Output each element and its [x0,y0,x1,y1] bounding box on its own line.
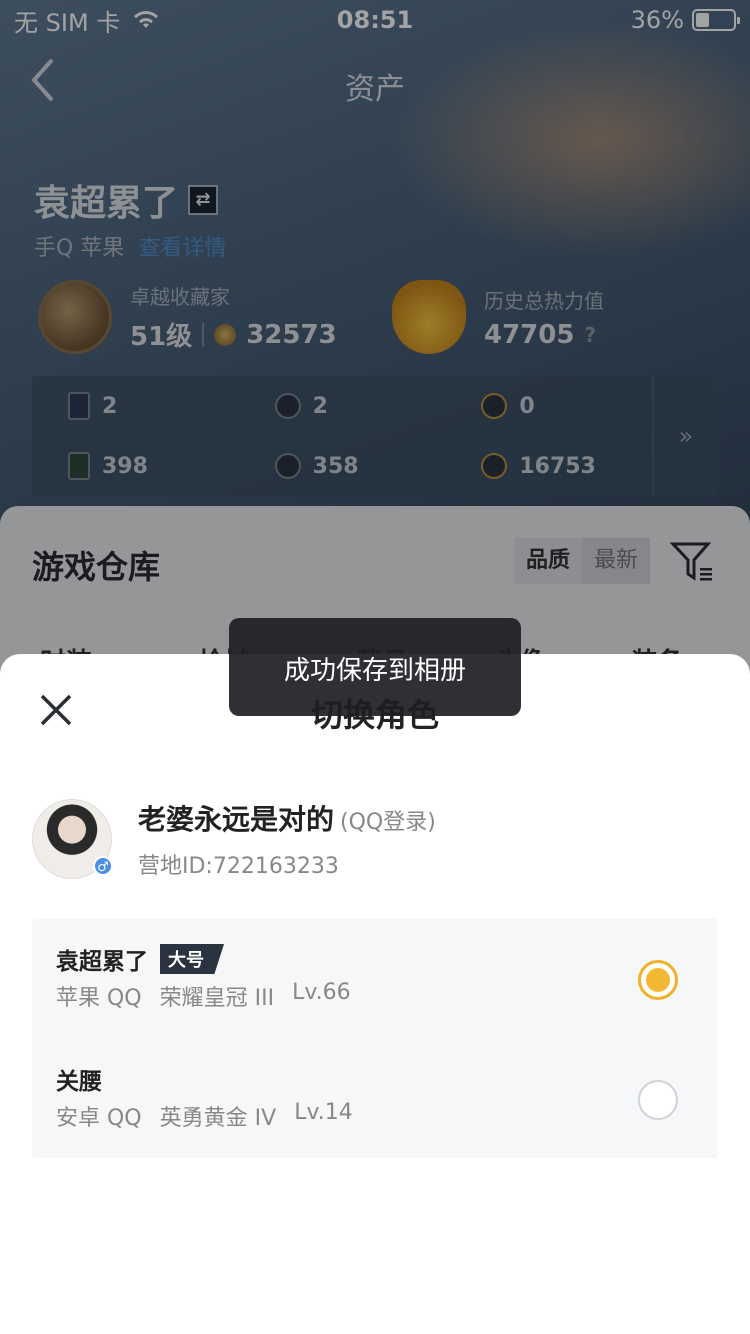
role-platform: 苹果 QQ [56,986,142,1011]
login-type: (QQ登录) [340,810,436,835]
role-rank: 荣耀皇冠 III [159,986,275,1011]
role-list: 袁超累了 大号 苹果 QQ 荣耀皇冠 III Lv.66 关腰 安卓 QQ 英勇… [32,918,718,1158]
account-name: 老婆永远是对的 [138,803,335,836]
toast-message: 成功保存到相册 [229,618,521,716]
main-account-badge: 大号 [160,944,224,974]
avatar: ♂ [32,799,113,879]
account-row: ♂ 老婆永远是对的 (QQ登录) 营地ID:722163233 [32,798,436,880]
role-level: Lv.14 [294,1100,353,1125]
role-platform: 安卓 QQ [56,1106,142,1131]
role-level: Lv.66 [292,980,351,1005]
role-radio-selected[interactable] [638,960,678,1000]
role-item[interactable]: 关腰 安卓 QQ 英勇黄金 IV Lv.14 [32,1038,718,1158]
role-name: 袁超累了 [56,949,148,975]
role-name: 关腰 [56,1069,102,1095]
camp-id: 营地ID:722163233 [138,854,339,879]
role-item[interactable]: 袁超累了 大号 苹果 QQ 荣耀皇冠 III Lv.66 [32,918,718,1038]
role-radio[interactable] [638,1080,678,1120]
male-icon: ♂ [93,856,113,876]
switch-role-sheet: 切换角色 ♂ 老婆永远是对的(QQ登录) 营地ID:722163233 袁超累了… [0,654,750,1334]
role-rank: 英勇黄金 IV [159,1106,277,1131]
